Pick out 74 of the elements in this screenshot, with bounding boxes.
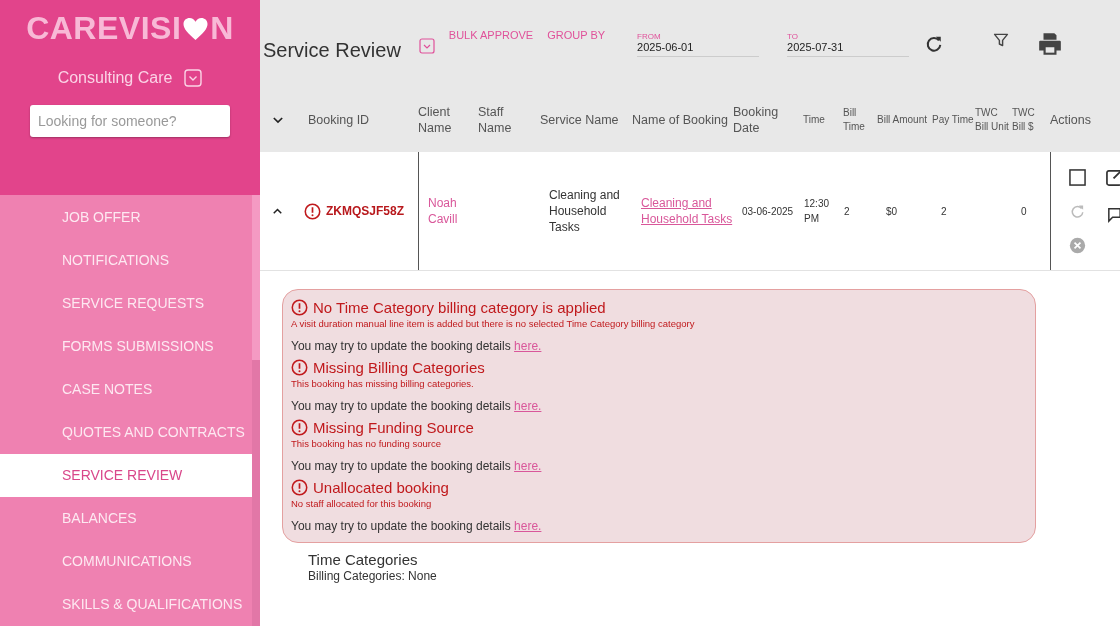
column-header: Bill Amount [877, 113, 929, 127]
chevron-down-icon[interactable] [272, 116, 283, 124]
nav-item[interactable]: COMMUNICATIONS [0, 539, 252, 583]
table-cell-text: 2 [844, 204, 850, 219]
issue-description: No staff allocated for this booking [291, 498, 433, 509]
issue-description: This booking has missing billing categories. [291, 378, 475, 389]
nav-item[interactable]: FORMS SUBMISSIONS [0, 324, 252, 368]
column-header: Actions [1050, 112, 1092, 128]
logo: CAREVISI N [26, 10, 234, 47]
nav-item[interactable]: BALANCES [0, 496, 252, 540]
issue-title: No Time Category billing category is applied [313, 299, 606, 316]
nav-item[interactable]: QUOTES AND CONTRACTS [0, 410, 252, 454]
date-field[interactable]: TO 2025-07-31 [787, 31, 910, 57]
warning-icon [291, 299, 308, 316]
table-cell-text: Cleaning and Household Tasks [549, 187, 621, 235]
column-header: Service Name [540, 112, 620, 128]
table-cell-text: $0 [886, 204, 898, 219]
table-cell-text: 2 [941, 204, 947, 219]
column-header: Name of Booking [632, 112, 729, 128]
issue-description: This booking has no funding source [291, 438, 442, 449]
details-link[interactable]: here. [514, 519, 542, 533]
page-title: Service Review [263, 38, 401, 62]
help-text: You may try to update the booking details [291, 399, 511, 413]
column-header: Staff Name [478, 104, 513, 136]
table-cell-text: 0 [1021, 204, 1027, 219]
booking-link[interactable]: Cleaning and Household Tasks [641, 195, 733, 227]
table-cell-text: 03-06-2025 [742, 204, 794, 219]
heart-icon [182, 16, 210, 41]
help-text: You may try to update the booking details [291, 459, 511, 473]
checkbox[interactable] [1069, 168, 1086, 186]
table-cell-text: 12:30 PM [804, 197, 831, 226]
comment-icon[interactable] [1106, 206, 1120, 223]
help-text: You may try to update the booking details [291, 519, 511, 533]
table-cell[interactable]: ZKMQSJF58Z [326, 204, 404, 218]
date-field[interactable]: FROM 2025-06-01 [637, 31, 760, 57]
nav-item[interactable]: SERVICE REQUESTS [0, 281, 252, 325]
nav-item[interactable]: NOTIFICATIONS [0, 238, 252, 282]
details-link[interactable]: here. [514, 459, 542, 473]
column-header: Bill Time [842, 106, 866, 134]
issue-title: Missing Funding Source [313, 419, 474, 436]
client-link[interactable]: Noah Cavill [428, 195, 478, 227]
column-header: Booking Date [733, 104, 780, 136]
issue-title: Unallocated booking [313, 479, 449, 496]
organization-name: Consulting Care [57, 69, 173, 87]
warning-icon [291, 419, 308, 436]
nav-item[interactable]: SKILLS & QUALIFICATIONS [0, 582, 252, 626]
print-icon[interactable] [1037, 31, 1064, 57]
nav-item[interactable]: JOB OFFER [0, 195, 252, 239]
toolbar-link[interactable]: BULK APPROVE [448, 29, 534, 41]
chevron-up-icon[interactable] [273, 208, 282, 214]
column-header: Time [802, 113, 826, 127]
filter-icon[interactable] [993, 32, 1010, 48]
edit-icon[interactable] [1106, 169, 1120, 186]
warning-icon [291, 479, 308, 496]
scrollbar[interactable] [252, 195, 260, 626]
issue-title: Missing Billing Categories [313, 359, 485, 376]
nav-item[interactable]: CASE NOTES [0, 367, 252, 411]
warning-icon [291, 359, 308, 376]
search-field[interactable]: Looking for someone? [30, 105, 230, 137]
nav-item[interactable]: SERVICE REVIEW [0, 453, 252, 497]
column-header: TWC Bill $ [1012, 106, 1036, 134]
column-header: TWC Bill Unit [975, 106, 1010, 134]
toolbar-link[interactable]: GROUP BY [547, 29, 606, 41]
refresh-icon[interactable] [925, 35, 944, 53]
dropdown-icon[interactable] [418, 38, 435, 54]
billing-categories-text: Billing Categories: None [307, 569, 438, 583]
details-link[interactable]: here. [514, 399, 542, 413]
details-link[interactable]: here. [514, 339, 542, 353]
issue-description: A visit duration manual line item is added but there is no selected Time Category billing category [291, 318, 696, 329]
section-title: Time Categories [307, 551, 419, 568]
column-header: Booking ID [307, 112, 371, 128]
column-header: Pay Time [932, 113, 975, 127]
help-text: You may try to update the booking details [291, 339, 511, 353]
column-header: Client Name [418, 104, 453, 136]
